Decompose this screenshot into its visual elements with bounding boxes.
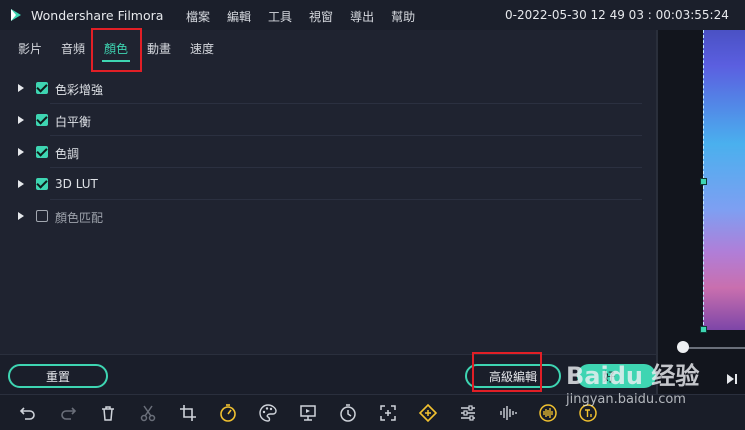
filmora-logo-icon	[11, 9, 21, 21]
option-label: 色彩增強	[55, 83, 104, 97]
option-row-color-enhance: 色彩增強	[0, 72, 656, 104]
checkbox-unchecked[interactable]	[36, 210, 48, 222]
cut-icon[interactable]	[138, 403, 158, 423]
tab-speed[interactable]: 速度	[190, 40, 214, 57]
edit-tabs: 影片 音頻 顏色 動畫 速度	[0, 28, 656, 72]
duration-icon[interactable]	[338, 403, 358, 423]
expand-arrow-icon[interactable]	[18, 84, 24, 92]
crop-icon[interactable]	[178, 403, 198, 423]
transform-handle[interactable]	[700, 326, 707, 333]
expand-arrow-icon[interactable]	[18, 180, 24, 188]
audio-mix-icon[interactable]	[498, 403, 518, 423]
title-bar: Wondershare Filmora 檔案 編輯 工具 視窗 導出 幫助 0-…	[0, 0, 745, 30]
reset-button[interactable]: 重置	[8, 364, 108, 388]
tab-video[interactable]: 影片	[18, 40, 42, 57]
menu-export[interactable]: 導出	[350, 8, 374, 25]
redo-icon[interactable]	[58, 403, 78, 423]
playback-slider[interactable]	[682, 347, 745, 349]
video-preview[interactable]	[703, 30, 745, 330]
expand-arrow-icon[interactable]	[18, 212, 24, 220]
checkbox-checked[interactable]	[36, 178, 48, 190]
adjust-icon[interactable]	[458, 403, 478, 423]
menu-help[interactable]: 幫助	[391, 8, 415, 25]
menu-window[interactable]: 視窗	[309, 8, 333, 25]
play-icon[interactable]	[727, 374, 734, 384]
speech-to-text-icon[interactable]	[578, 403, 598, 423]
option-label: 色調	[55, 147, 80, 161]
playback-slider-knob[interactable]	[677, 341, 689, 353]
expand-arrow-icon[interactable]	[18, 116, 24, 124]
option-label: 顏色匹配	[55, 211, 104, 225]
keyframe-icon[interactable]	[418, 403, 438, 423]
option-label: 3D LUT	[55, 177, 98, 191]
timeline-toolbar	[0, 394, 745, 430]
checkbox-checked[interactable]	[36, 82, 48, 94]
app-title: Wondershare Filmora	[31, 8, 164, 23]
menu-edit[interactable]: 編輯	[227, 8, 251, 25]
edit-panel: 影片 音頻 顏色 動畫 速度 色彩增強 白平衡 色調 3D LUT 顏色匹配 重…	[0, 28, 656, 394]
option-label: 白平衡	[55, 115, 92, 129]
freeze-frame-icon[interactable]	[298, 403, 318, 423]
project-title: 0-2022-05-30 12 49 03 : 00:03:55:24	[505, 8, 729, 22]
ok-button[interactable]: 好	[577, 364, 656, 388]
tab-animation[interactable]: 動畫	[147, 40, 171, 57]
panel-footer: 重置 高級編輯 好	[0, 352, 656, 394]
undo-icon[interactable]	[18, 403, 38, 423]
play-bar-icon	[735, 374, 737, 384]
transform-handle[interactable]	[700, 178, 707, 185]
speed-icon[interactable]	[218, 403, 238, 423]
option-row-3d-lut: 3D LUT	[0, 168, 656, 200]
expand-arrow-icon[interactable]	[18, 148, 24, 156]
menu-file[interactable]: 檔案	[186, 8, 210, 25]
menu-tools[interactable]: 工具	[268, 8, 292, 25]
preview-panel	[656, 30, 745, 394]
checkbox-checked[interactable]	[36, 114, 48, 126]
advanced-highlight-box	[472, 352, 542, 392]
checkbox-checked[interactable]	[36, 146, 48, 158]
menu-bar: 檔案 編輯 工具 視窗 導出 幫助	[186, 8, 415, 25]
option-row-color-match: 顏色匹配	[0, 200, 656, 232]
zoom-icon[interactable]	[378, 403, 398, 423]
option-row-tone: 色調	[0, 136, 656, 168]
tab-highlight-box	[91, 28, 142, 72]
voice-icon[interactable]	[538, 403, 558, 423]
tab-audio[interactable]: 音頻	[61, 40, 85, 57]
option-row-white-balance: 白平衡	[0, 104, 656, 136]
color-icon[interactable]	[258, 403, 278, 423]
delete-icon[interactable]	[98, 403, 118, 423]
